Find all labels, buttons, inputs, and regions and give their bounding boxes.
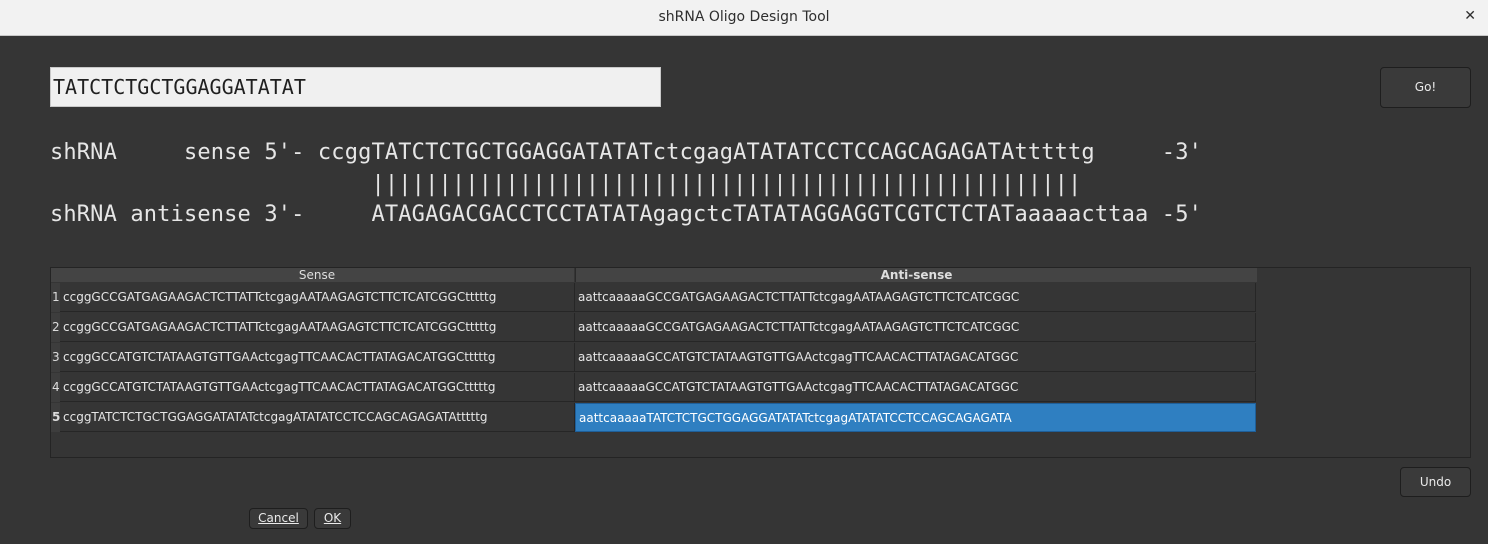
- row-number[interactable]: 2: [51, 313, 60, 342]
- column-header-sense[interactable]: Sense: [60, 268, 574, 282]
- antisense-strand-line: shRNA antisense 3'- ATAGAGACGACCTCCTATAT…: [50, 202, 1202, 227]
- sense-cell[interactable]: ccggGCCGATGAGAAGACTCTTATTctcgagAATAAGAGT…: [60, 283, 575, 312]
- sense-cell[interactable]: ccggTATCTCTGCTGGAGGATATATctcgagATATATCCT…: [60, 403, 575, 432]
- antisense-cell[interactable]: aattcaaaaaGCCGATGAGAAGACTCTTATTctcgagAAT…: [575, 283, 1256, 312]
- antisense-cell[interactable]: aattcaaaaaGCCATGTCTATAAGTGTTGAActcgagTTC…: [575, 373, 1256, 402]
- antisense-cell-selected[interactable]: aattcaaaaaTATCTCTGCTGGAGGATATATctcgagATA…: [575, 403, 1256, 432]
- sense-cell[interactable]: ccggGCCATGTCTATAAGTGTTGAActcgagTTCAACACT…: [60, 373, 575, 402]
- row-number[interactable]: 5: [51, 403, 60, 432]
- antisense-cell[interactable]: aattcaaaaaGCCATGTCTATAAGTGTTGAActcgagTTC…: [575, 343, 1256, 372]
- target-sequence-input[interactable]: TATCTCTGCTGGAGGATATAT: [50, 67, 661, 107]
- window-title: shRNA Oligo Design Tool: [658, 9, 830, 25]
- row-number[interactable]: 4: [51, 373, 60, 402]
- sense-cell[interactable]: ccggGCCATGTCTATAAGTGTTGAActcgagTTCAACACT…: [60, 343, 575, 372]
- close-icon[interactable]: ✕: [1464, 8, 1476, 24]
- ok-button[interactable]: OK: [314, 508, 351, 529]
- antisense-cell[interactable]: aattcaaaaaGCCGATGAGAAGACTCTTATTctcgagAAT…: [575, 313, 1256, 342]
- sense-strand-line: shRNA sense 5'- ccggTATCTCTGCTGGAGGATATA…: [50, 140, 1202, 165]
- column-header-antisense[interactable]: Anti-sense: [575, 268, 1257, 282]
- cancel-button[interactable]: Cancel: [249, 508, 308, 529]
- sense-cell[interactable]: ccggGCCGATGAGAAGACTCTTATTctcgagAATAAGAGT…: [60, 313, 575, 342]
- row-number[interactable]: 1: [51, 283, 60, 312]
- base-pair-bonds: ||||||||||||||||||||||||||||||||||||||||…: [50, 172, 1082, 197]
- title-bar: shRNA Oligo Design Tool ✕: [0, 0, 1488, 36]
- go-button[interactable]: Go!: [1380, 67, 1471, 108]
- table-corner: [51, 268, 60, 282]
- row-number[interactable]: 3: [51, 343, 60, 372]
- undo-button[interactable]: Undo: [1400, 467, 1471, 497]
